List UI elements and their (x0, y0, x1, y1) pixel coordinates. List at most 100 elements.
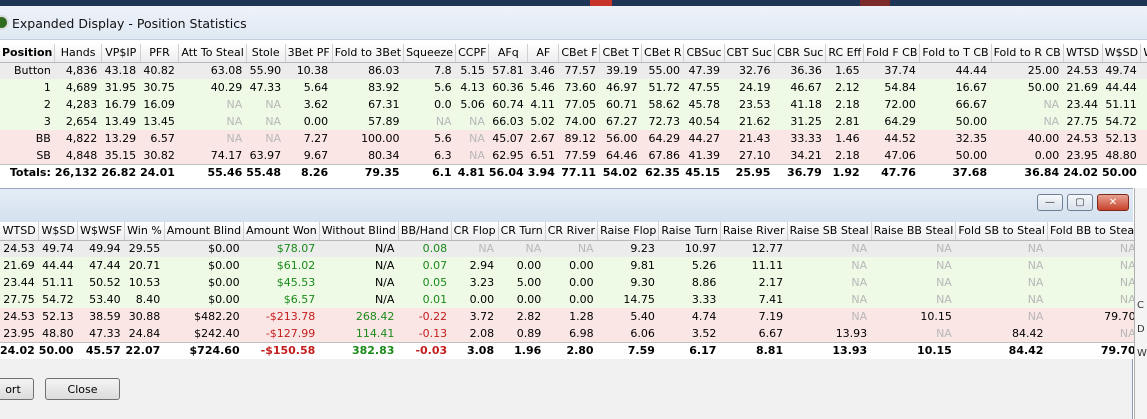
table-cell: 36.84 (991, 163, 1064, 181)
column-header[interactable]: WTSD (1063, 44, 1103, 63)
extended-stats-grid: WTSD W$SD W$WSF Win % Amount Blind Amount Won… (0, 222, 1141, 359)
table-cell: 4.74 (658, 308, 721, 325)
table-row[interactable]: 21.69 44.44 47.44 20.71 $0.00 $61.02 N/A 0.07 2.… (0, 257, 1140, 274)
column-header[interactable]: Fold F CB (863, 44, 921, 63)
table-cell: 44.44 (1102, 79, 1141, 96)
column-header[interactable]: Fold SB to Steal (955, 222, 1048, 241)
column-header[interactable]: Fold to T CB (919, 44, 992, 63)
table-cell: 56.00 (599, 130, 642, 147)
table-cell: NA (787, 308, 872, 325)
totals-row[interactable]: Totals: 26,132 26.82 24.01 55.46 55.48 8.26 79.… (0, 163, 1147, 181)
table-cell: 44.44 (919, 62, 992, 79)
column-header[interactable]: Stole (246, 44, 286, 63)
table-row[interactable]: 24.53 52.13 38.59 30.88 $482.20 -$213.78 268.4… (0, 308, 1140, 325)
table-row[interactable]: 23.44 51.11 50.52 10.53 $0.00 $45.53 N/A 0.05 3.… (0, 274, 1140, 291)
table-cell: NA (455, 113, 489, 130)
column-header[interactable]: W$SD (38, 222, 79, 241)
column-header[interactable]: Fold to R CB (991, 44, 1064, 63)
column-header[interactable]: Fold to 3Bet (332, 44, 405, 63)
close-icon[interactable]: ✕ (1097, 194, 1129, 211)
column-header[interactable]: Win % (124, 222, 165, 241)
column-header[interactable]: W$WSF (77, 222, 126, 241)
column-header[interactable]: Att To Steal (178, 44, 247, 63)
table-cell: 50.52 (77, 274, 125, 291)
column-header[interactable]: CBet R (641, 44, 685, 63)
table-cell: 64.29 (641, 130, 684, 147)
column-header[interactable]: Squeeze (403, 44, 457, 63)
table-cell: 0.05 (398, 274, 452, 291)
table-cell: 13.49 (101, 113, 141, 130)
column-header[interactable]: WTSD (0, 222, 40, 241)
table-row[interactable]: 27.75 54.72 53.40 8.40 $0.00 $6.57 N/A 0.01 0.00… (0, 291, 1140, 308)
table-cell: 2.80 (545, 341, 598, 359)
column-header[interactable]: Hands (54, 44, 102, 63)
table-cell: 36.36 (774, 62, 826, 79)
column-header[interactable]: CBT Suc (724, 44, 775, 63)
table-cell: 40.82 (140, 62, 179, 79)
table-cell: NA (787, 240, 872, 257)
close-button[interactable]: Close (45, 378, 120, 400)
table-cell: 10.15 (871, 308, 956, 325)
column-header[interactable]: Raise Turn (658, 222, 721, 241)
table-row[interactable]: Button 4,836 43.18 40.82 63.08 55.90 10.38 86.0… (0, 62, 1147, 79)
table-cell: 5.64 (285, 79, 333, 96)
table-cell: 27.10 (724, 147, 775, 164)
table-cell: 10.53 (124, 274, 165, 291)
table-cell: 2.18 (825, 96, 864, 113)
table-cell: $0.00 (164, 274, 244, 291)
column-header[interactable]: CR Flop (451, 222, 499, 241)
column-header[interactable]: RC Eff (825, 44, 865, 63)
table-cell: 79.70 (1047, 308, 1140, 325)
column-header[interactable]: CR Turn (498, 222, 546, 241)
window-titlebar[interactable]: Expanded Display - Position Statistics (0, 6, 1147, 40)
table-row[interactable]: BB 4,822 13.29 6.57 NA NA 7.27 100.00 5.6 NA 45.07… (0, 130, 1147, 147)
column-header[interactable]: PFR (140, 44, 180, 63)
window2-titlebar[interactable]: — ▢ ✕ (0, 189, 1133, 222)
table-row[interactable]: 23.95 48.80 47.33 24.84 $242.40 -$127.99 114.4… (0, 325, 1140, 342)
export-button[interactable]: ort (0, 378, 34, 400)
column-header[interactable]: CCPF (455, 44, 490, 63)
column-header[interactable]: Raise BB Steal (871, 222, 957, 241)
column-header[interactable]: W$ (1140, 44, 1147, 63)
table-cell: 6.3 (403, 147, 456, 164)
column-header[interactable]: Raise Flop (597, 222, 660, 241)
column-header[interactable]: Without Blind (319, 222, 399, 241)
column-header[interactable]: Amount Blind (164, 222, 245, 241)
totals-row[interactable]: 24.02 50.00 45.57 22.07 $724.60 -$150.58 382.8… (0, 341, 1140, 359)
column-header[interactable]: Raise River (720, 222, 788, 241)
column-header[interactable]: VP$IP (101, 44, 141, 63)
column-header[interactable]: CBSuc (683, 44, 725, 63)
table-cell: 72.73 (641, 113, 684, 130)
table-cell: 16.67 (919, 79, 992, 96)
column-header[interactable]: CBR Suc (774, 44, 827, 63)
table-cell: 268.42 (319, 308, 399, 325)
column-header[interactable]: Amount Won (243, 222, 320, 241)
edge-char-2: D (1137, 324, 1145, 335)
column-header[interactable]: CBet T (599, 44, 643, 63)
column-header[interactable]: Fold BB to Steal (1047, 222, 1141, 241)
table-row[interactable]: 1 4,689 31.95 30.75 40.29 47.33 5.64 83.92 5.6 4.… (0, 79, 1147, 96)
maximize-button[interactable]: ▢ (1067, 194, 1093, 211)
column-header[interactable]: 3Bet PF (285, 44, 333, 63)
minimize-button[interactable]: — (1037, 194, 1063, 211)
column-header[interactable]: CR River (545, 222, 599, 241)
table-row[interactable]: 24.53 49.74 49.94 29.55 $0.00 $78.07 N/A 0.08 NA… (0, 240, 1140, 257)
table-cell: 3 (0, 113, 55, 130)
table-cell: 29.55 (124, 240, 165, 257)
table-cell: 4 (1140, 163, 1147, 181)
table-cell: 13.29 (101, 130, 141, 147)
table-cell: 31.95 (101, 79, 141, 96)
column-header[interactable]: AFq (488, 44, 529, 63)
column-header[interactable]: W$SD (1102, 44, 1142, 63)
table-row[interactable]: SB 4,848 35.15 30.82 74.17 63.97 9.67 80.34 6.3 N… (0, 147, 1147, 164)
table-cell: 47.44 (77, 257, 125, 274)
column-header[interactable]: BB/Hand (398, 222, 452, 241)
column-header[interactable]: Raise SB Steal (787, 222, 872, 241)
column-header[interactable]: AF (527, 44, 560, 63)
table-row[interactable]: 3 2,654 13.49 13.45 NA NA 0.00 57.89 NA NA 66.03 5.… (0, 113, 1147, 130)
table-cell: 77.11 (558, 163, 600, 181)
column-header[interactable]: Position (0, 44, 56, 63)
table-cell: 36.79 (774, 163, 826, 181)
table-row[interactable]: 2 4,283 16.79 16.09 NA NA 3.62 67.31 0.0 5.06 60.7… (0, 96, 1147, 113)
column-header[interactable]: CBet F (558, 44, 601, 63)
